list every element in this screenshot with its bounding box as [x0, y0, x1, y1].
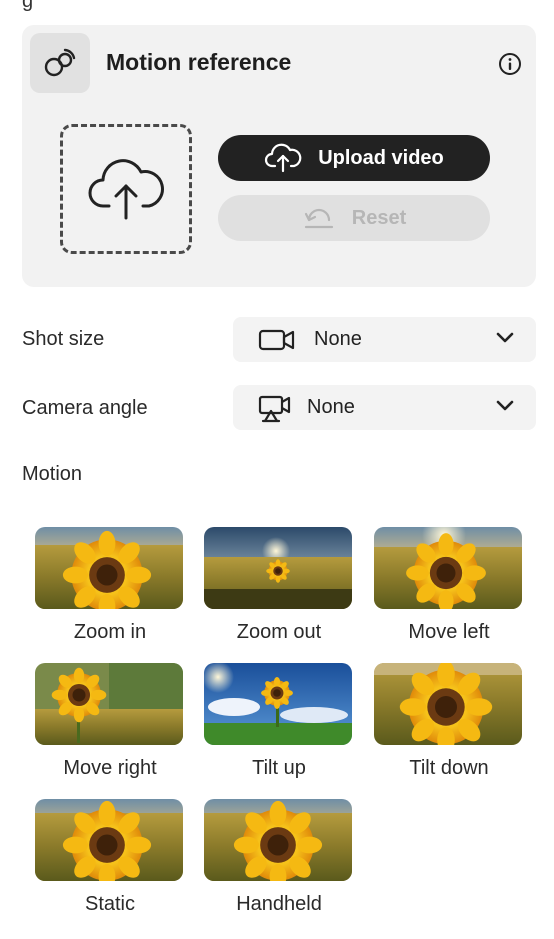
- video-drop-zone[interactable]: [60, 124, 192, 254]
- motion-option-move-left[interactable]: Move left: [374, 527, 524, 644]
- sunflower-thumbnail: [374, 527, 522, 609]
- reset-icon: [304, 208, 333, 229]
- sunflower-thumbnail: [35, 663, 183, 745]
- sunflower-thumbnail: [35, 527, 183, 609]
- motion-reference-panel: Motion reference Upload video Reset: [22, 25, 536, 287]
- sunflower-thumbnail: [204, 799, 352, 881]
- sunflower-thumbnail: [35, 799, 183, 881]
- motion-option-label: Move right: [63, 757, 157, 779]
- motion-option-handheld[interactable]: Handheld: [204, 799, 354, 916]
- video-camera-icon: [258, 329, 295, 351]
- cloud-upload-icon: [88, 159, 164, 220]
- motion-option-label: Tilt up: [252, 757, 306, 779]
- clipped-text: g: [22, 0, 34, 12]
- reset-label: Reset: [351, 206, 407, 229]
- motion-option-move-right[interactable]: Move right: [35, 663, 185, 780]
- motion-option-label: Static: [84, 893, 136, 915]
- motion-option-label: Move left: [408, 621, 490, 643]
- motion-option-label: Zoom out: [236, 621, 322, 643]
- camera-angle-label: Camera angle: [22, 397, 148, 419]
- motion-option-label: Handheld: [236, 893, 322, 915]
- motion-reference-icon: [30, 33, 90, 93]
- motion-option-label: Tilt down: [409, 757, 489, 779]
- sunflower-thumbnail: [374, 663, 522, 745]
- shot-size-label: Shot size: [22, 328, 105, 350]
- motion-option-tilt-up[interactable]: Tilt up: [204, 663, 354, 780]
- upload-video-label: Upload video: [318, 146, 444, 169]
- shot-size-picker[interactable]: None: [233, 317, 536, 362]
- motion-option-static[interactable]: Static: [35, 799, 185, 916]
- motion-reference-title: Motion reference: [106, 49, 292, 75]
- sunflower-thumbnail: [204, 663, 352, 745]
- camera-angle-value: None: [307, 396, 355, 418]
- motion-option-tilt-down[interactable]: Tilt down: [374, 663, 524, 780]
- motion-option-zoom-out[interactable]: Zoom out: [204, 527, 354, 644]
- camera-angle-icon: [258, 395, 291, 423]
- chevron-down-icon: [496, 400, 514, 411]
- shot-size-value: None: [314, 328, 362, 350]
- sunflower-thumbnail: [204, 527, 352, 609]
- motion-section-label: Motion: [22, 463, 83, 485]
- camera-angle-picker[interactable]: None: [233, 385, 536, 430]
- reset-button[interactable]: Reset: [218, 195, 490, 241]
- cloud-upload-icon: [265, 143, 302, 173]
- upload-video-button[interactable]: Upload video: [218, 135, 490, 181]
- chevron-down-icon: [496, 332, 514, 343]
- motion-option-label: Zoom in: [73, 621, 147, 643]
- info-icon[interactable]: [498, 52, 522, 76]
- motion-option-zoom-in[interactable]: Zoom in: [35, 527, 185, 644]
